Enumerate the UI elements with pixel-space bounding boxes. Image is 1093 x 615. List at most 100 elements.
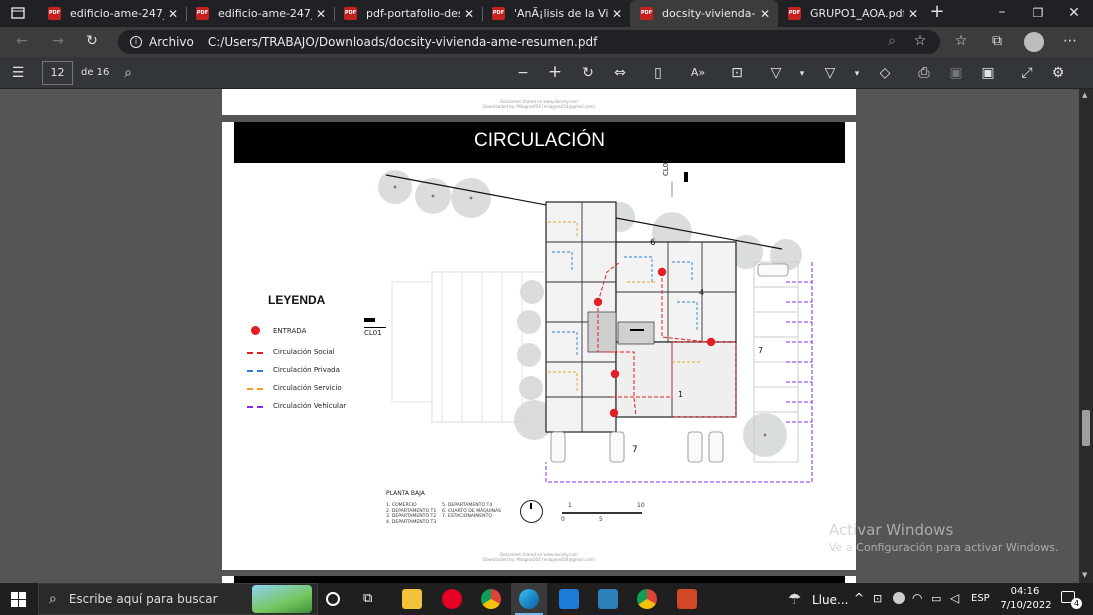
plan-label: 7 <box>632 445 638 455</box>
scrollbar-thumb[interactable] <box>1082 410 1090 446</box>
tray-security-icon[interactable] <box>893 592 905 604</box>
close-icon[interactable]: ✕ <box>164 7 182 21</box>
mail-icon[interactable] <box>559 589 579 609</box>
edge-icon[interactable] <box>519 589 539 609</box>
rotate-icon[interactable]: ↻ <box>580 65 596 81</box>
address-bar: ← → ↻ i Archivo C:/Users/TRABAJO/Downloa… <box>0 27 1093 57</box>
settings-icon[interactable]: ⚙ <box>1050 65 1066 81</box>
notification-count: 4 <box>1071 598 1082 609</box>
tab-label: edificio-ame-247_com <box>218 7 312 20</box>
scale-label: 1 <box>568 502 572 509</box>
tab-bar: edificio-ame-247_com ✕ edificio-ame-247_… <box>0 0 1093 27</box>
windows-start-icon[interactable] <box>11 592 26 607</box>
tab-label: edificio-ame-247_com <box>70 7 164 20</box>
chevron-down-icon[interactable]: ▾ <box>851 66 863 82</box>
pdf-icon <box>48 7 61 20</box>
taskbar: ⌕ Escribe aquí para buscar ⧉ ☂ Llue... ^… <box>0 583 1093 615</box>
contents-icon[interactable]: ☰ <box>10 65 26 81</box>
save-icon[interactable]: ▣ <box>948 65 964 81</box>
zoom-in-icon[interactable]: + <box>547 64 563 81</box>
tab-6[interactable]: GRUPO1_AOA.pdf ✕ <box>778 0 926 27</box>
tab-2[interactable]: edificio-ame-247_com ✕ <box>186 0 334 27</box>
north-arrow-pointer <box>530 503 532 509</box>
chevron-up-icon[interactable]: ^ <box>854 591 864 605</box>
more-icon[interactable]: ⋯ <box>1062 33 1078 49</box>
tray-volume-icon[interactable]: ◁ <box>950 591 959 605</box>
chevron-down-icon[interactable]: ▾ <box>796 66 808 82</box>
print-icon[interactable]: ⎙ <box>916 65 932 81</box>
forward-icon[interactable]: → <box>50 33 66 49</box>
section-cl01-vertical: CL01 <box>662 158 670 176</box>
chrome-profile-icon[interactable] <box>637 589 657 609</box>
eraser-icon[interactable]: ◇ <box>877 65 893 81</box>
chrome-icon[interactable] <box>481 589 501 609</box>
tab-1[interactable]: edificio-ame-247_com ✕ <box>38 0 186 27</box>
activation-watermark-title: Activar Windows <box>829 521 954 539</box>
legend-social-line <box>247 352 263 354</box>
tab-3[interactable]: pdf-portafolio-desarro ✕ <box>334 0 482 27</box>
tray-wifi-icon[interactable]: ◠ <box>912 591 922 605</box>
legend-vehicular-label: Circulación Vehicular <box>273 402 347 410</box>
highlight-icon[interactable]: ▽ <box>822 65 838 81</box>
favorite-add-icon[interactable]: ☆ <box>912 33 928 49</box>
minimize-icon[interactable]: – <box>994 4 1010 20</box>
close-icon[interactable]: ✕ <box>312 7 330 21</box>
powerpoint-icon[interactable] <box>677 589 697 609</box>
close-icon[interactable]: ✕ <box>608 7 626 21</box>
draw-icon[interactable]: ▽ <box>768 65 784 81</box>
floor-plan-drawing <box>378 170 813 483</box>
weather-icon[interactable]: ☂ <box>788 590 801 608</box>
file-explorer-icon[interactable] <box>402 589 422 609</box>
close-icon[interactable]: ✕ <box>460 7 478 21</box>
page-number-input[interactable]: 12 <box>42 61 73 85</box>
landscape-widget-icon[interactable] <box>252 585 312 613</box>
clock-date[interactable]: 7/10/2022 <box>1000 600 1052 611</box>
tab-label: GRUPO1_AOA.pdf <box>810 7 904 20</box>
vertical-scrollbar[interactable]: ▲ ▼ <box>1079 89 1093 583</box>
tab-5-active[interactable]: docsity-vivienda-ame- ✕ <box>630 0 778 27</box>
app-3d-icon[interactable] <box>598 589 618 609</box>
window-close-icon[interactable]: ✕ <box>1066 5 1082 21</box>
zoom-out-icon[interactable]: − <box>515 65 531 81</box>
tab-4[interactable]: 'AnÃ¡lisis de la Viviend ✕ <box>482 0 630 27</box>
activation-watermark-text: Ve a Configuración para activar Windows. <box>829 541 1059 554</box>
pinterest-icon[interactable] <box>442 589 462 609</box>
tray-app-icon[interactable]: ⊡ <box>873 592 882 605</box>
save-as-icon[interactable]: ▣ <box>980 65 996 81</box>
pdf-toolbar: ☰ 12 de 16 ⌕ − + ↻ ⇔ ▯ A» ⊡ ▽ ▾ ▽ ▾ ◇ ⎙ … <box>0 57 1093 89</box>
plan-label: 6 <box>650 238 656 248</box>
new-tab-icon[interactable]: + <box>928 3 946 21</box>
cortana-icon[interactable] <box>326 592 340 606</box>
scroll-up-icon[interactable]: ▲ <box>1082 91 1087 99</box>
scroll-down-icon[interactable]: ▼ <box>1082 571 1087 579</box>
favorites-icon[interactable]: ☆ <box>953 33 969 49</box>
search-icon[interactable]: ⌕ <box>120 65 136 81</box>
avatar[interactable] <box>1024 32 1044 52</box>
read-aloud-icon[interactable]: A» <box>690 65 706 81</box>
refresh-icon[interactable]: ↻ <box>84 33 100 49</box>
page-total: de 16 <box>81 67 110 78</box>
pdf-icon <box>196 7 209 20</box>
pdf-icon <box>640 7 653 20</box>
close-icon[interactable]: ✕ <box>904 7 922 21</box>
task-view-icon[interactable]: ⧉ <box>363 591 372 606</box>
collections-icon[interactable]: ⧉ <box>989 33 1005 49</box>
url-path: C:/Users/TRABAJO/Downloads/docsity-vivie… <box>207 35 598 49</box>
maximize-icon[interactable]: ❐ <box>1030 5 1046 21</box>
fullscreen-icon[interactable]: ⤢ <box>1019 65 1035 81</box>
language-indicator[interactable]: ESP <box>971 593 990 604</box>
tab-actions-icon[interactable] <box>10 6 26 24</box>
fit-page-icon[interactable]: ⇔ <box>612 65 628 81</box>
back-icon[interactable]: ← <box>14 33 30 49</box>
weather-text[interactable]: Llue... <box>812 593 848 607</box>
url-field[interactable]: i Archivo C:/Users/TRABAJO/Downloads/doc… <box>118 30 940 54</box>
tab-label: 'AnÃ¡lisis de la Viviend <box>514 7 608 20</box>
zoom-icon[interactable]: ⌕ <box>884 33 900 49</box>
tray-battery-icon[interactable]: ▭ <box>931 592 941 605</box>
planta-item: 3. DEPARTAMENTO T2 <box>386 514 437 519</box>
page-view-icon[interactable]: ▯ <box>650 65 666 81</box>
clock-time[interactable]: 04:16 <box>1008 586 1042 597</box>
pdf-viewer[interactable]: Document shared on www.docsity.com Downl… <box>0 89 1079 583</box>
text-icon[interactable]: ⊡ <box>729 65 745 81</box>
close-icon[interactable]: ✕ <box>756 7 774 21</box>
